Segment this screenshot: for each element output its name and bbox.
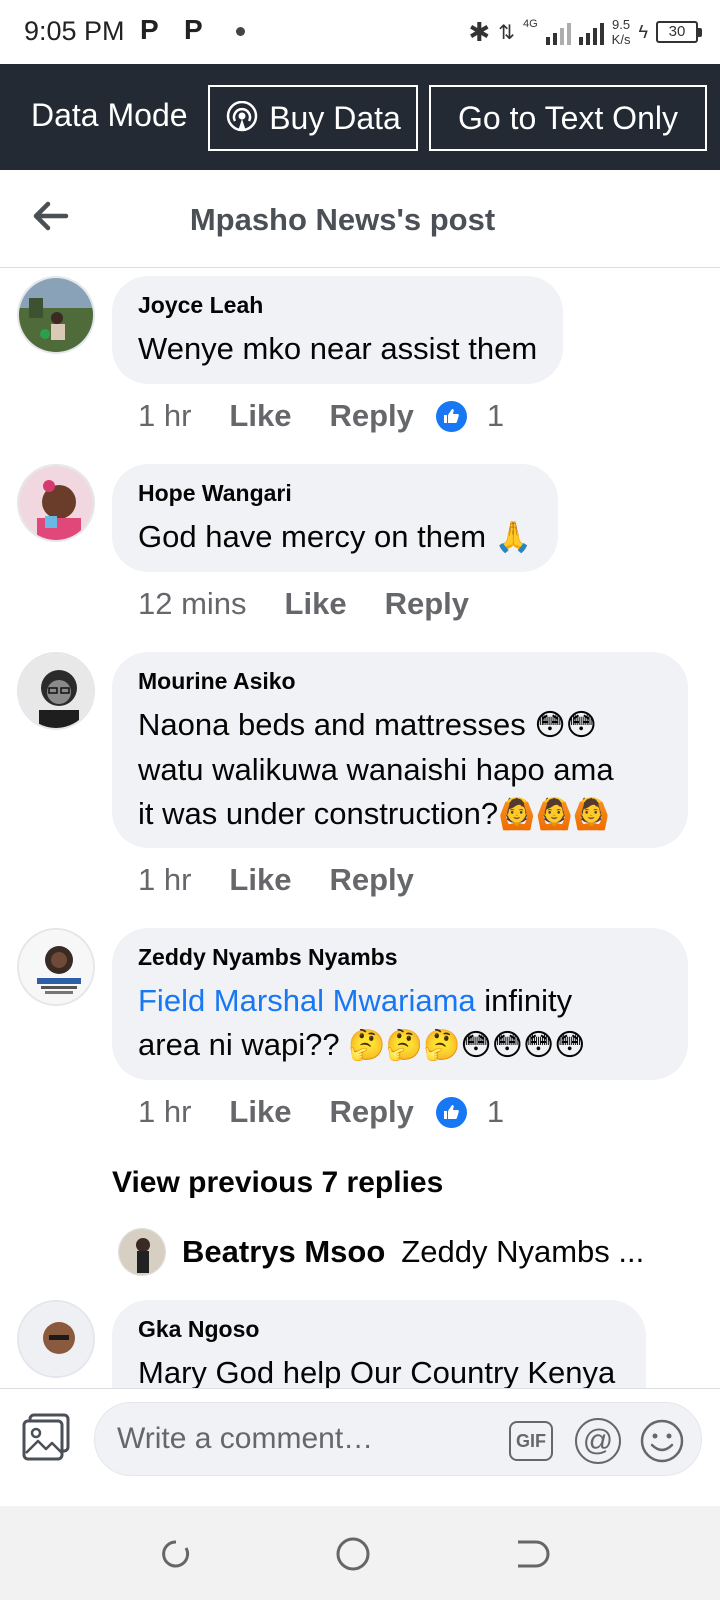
comment-line: Naona beds and mattresses xyxy=(138,707,526,742)
reply-button[interactable]: Reply xyxy=(329,398,413,434)
comment-bubble[interactable]: Zeddy Nyambs Nyambs Field Marshal Mwaria… xyxy=(112,928,688,1080)
data-arrows-icon: ⇅ xyxy=(498,21,515,44)
speed-unit: K/s xyxy=(611,32,631,47)
thumbs-up-icon xyxy=(435,1096,467,1128)
comment-text: Naona beds and mattresses 😳😳 watu waliku… xyxy=(138,703,662,837)
comment-text: Field Marshal Mwariama infinity area ni … xyxy=(138,979,662,1068)
bluetooth-icon: ✱ xyxy=(468,16,491,47)
status-indicators: ✱ ⇅ 4G 9.5 K/s ϟ 30 xyxy=(468,14,702,50)
data-mode-bar: Data Mode Buy Data Go to Text Only xyxy=(0,64,720,170)
home-icon[interactable] xyxy=(333,1534,373,1574)
comment-author[interactable]: Gka Ngoso xyxy=(138,1316,620,1343)
buy-data-label: Buy Data xyxy=(269,99,401,136)
comment-text: God have mercy on them 🙏 xyxy=(138,515,532,560)
battery-icon: 30 xyxy=(656,21,702,43)
comment-author[interactable]: Zeddy Nyambs Nyambs xyxy=(138,944,662,971)
text-only-label: Go to Text Only xyxy=(458,99,678,136)
reaction-count[interactable]: 1 xyxy=(487,1094,504,1130)
status-time: 9:05 PM xyxy=(24,16,125,46)
comment-text: Mary God help Our Country Kenya xyxy=(138,1355,616,1388)
page-title: Mpasho News's post xyxy=(189,202,496,237)
comment-input[interactable] xyxy=(117,1403,487,1475)
comments-list[interactable]: Joyce Leah Wenye mko near assist them 1 … xyxy=(0,268,720,1388)
signal-1-icon xyxy=(545,19,571,45)
comment-author[interactable]: Mourine Asiko xyxy=(138,668,662,695)
comment-actions: 12 mins Like Reply xyxy=(138,586,507,622)
avatar[interactable] xyxy=(17,464,95,542)
comment-line: watu walikuwa wanaishi hapo ama xyxy=(138,752,614,787)
system-nav-bar xyxy=(0,1506,720,1600)
thumbs-up-icon xyxy=(435,400,467,432)
data-mode-label: Data Mode xyxy=(31,97,188,133)
buy-data-button[interactable]: Buy Data xyxy=(208,85,418,151)
signal-2-icon xyxy=(578,19,604,45)
avatar[interactable] xyxy=(17,1300,95,1378)
reply-button[interactable]: Reply xyxy=(329,862,413,898)
avatar[interactable] xyxy=(17,928,95,1006)
comment-bubble[interactable]: Mourine Asiko Naona beds and mattresses … xyxy=(112,652,688,848)
text-only-button[interactable]: Go to Text Only xyxy=(429,85,707,151)
comment-author[interactable]: Joyce Leah xyxy=(138,292,537,319)
back-nav-icon[interactable] xyxy=(510,1534,550,1574)
avatar[interactable] xyxy=(17,276,95,354)
like-button[interactable]: Like xyxy=(285,586,347,622)
avatar[interactable] xyxy=(118,1228,166,1276)
comment-actions: 1 hr Like Reply 1 xyxy=(138,1094,504,1130)
notification-p-icon: P xyxy=(140,14,159,45)
broadcast-signal-icon xyxy=(226,101,258,132)
reply-preview-text: Zeddy Nyambs ... xyxy=(401,1234,645,1269)
thinking-emoji: 🤔🤔🤔😳😳😳😳 xyxy=(348,1029,586,1062)
comment-time: 1 hr xyxy=(138,862,192,897)
comment-text: Wenye mko near assist them xyxy=(138,331,538,366)
reply-author[interactable]: Beatrys Msoo xyxy=(182,1234,385,1270)
reply-button[interactable]: Reply xyxy=(329,1094,413,1130)
network-speed: 9.5 K/s xyxy=(612,17,631,47)
like-button[interactable]: Like xyxy=(229,398,291,434)
flushed-emoji: 😳😳 xyxy=(534,709,597,742)
comment-text-part: God have mercy on them xyxy=(138,519,487,554)
comment-input-box[interactable]: GIF @ xyxy=(94,1402,702,1476)
mention-link[interactable]: Field Marshal Mwariama xyxy=(138,983,476,1018)
comment-time: 1 hr xyxy=(138,398,192,433)
reaction-count[interactable]: 1 xyxy=(487,398,504,434)
comment-composer: GIF @ xyxy=(0,1388,720,1476)
comment-actions: 1 hr Like Reply 1 xyxy=(138,398,504,434)
comment-time: 1 hr xyxy=(138,1094,192,1129)
photo-icon[interactable] xyxy=(20,1411,72,1463)
gif-button[interactable]: GIF xyxy=(509,1421,553,1461)
status-bar: 9:05 PM P P ✱ ⇅ 4G 9.5 K/s ϟ 30 xyxy=(0,0,720,64)
like-button[interactable]: Like xyxy=(229,1094,291,1130)
comment-text-part: infinity xyxy=(475,983,573,1018)
comment-bubble[interactable]: Joyce Leah Wenye mko near assist them xyxy=(112,276,564,384)
mention-button[interactable]: @ xyxy=(575,1418,621,1464)
charging-icon: ϟ xyxy=(638,21,648,42)
post-header: Mpasho News's post xyxy=(0,170,720,268)
praying-hands-emoji: 🙏 xyxy=(494,521,533,554)
comment-author[interactable]: Hope Wangari xyxy=(138,480,532,507)
smile-icon[interactable] xyxy=(639,1418,685,1464)
comment-line: it was under construction? xyxy=(138,796,499,831)
like-button[interactable]: Like xyxy=(229,862,291,898)
notification-dot-icon xyxy=(236,27,245,36)
avatar[interactable] xyxy=(17,652,95,730)
recent-apps-icon[interactable] xyxy=(156,1534,196,1574)
comment-bubble[interactable]: Hope Wangari God have mercy on them 🙏 xyxy=(112,464,559,572)
comment-actions: 1 hr Like Reply xyxy=(138,862,452,898)
view-previous-replies[interactable]: View previous 7 replies xyxy=(112,1166,443,1200)
comment-time: 12 mins xyxy=(138,586,247,621)
network-type: 4G xyxy=(522,18,538,30)
speed-value: 9.5 xyxy=(612,17,631,32)
comment-line: area ni wapi?? xyxy=(138,1027,340,1062)
reply-preview[interactable]: Beatrys Msoo Zeddy Nyambs ... xyxy=(118,1228,644,1276)
comment-bubble[interactable]: Gka Ngoso Mary God help Our Country Keny… xyxy=(112,1300,646,1388)
facepalm-emoji: 🙆🙆🙆 xyxy=(498,798,611,831)
reply-button[interactable]: Reply xyxy=(385,586,469,622)
notification-p-icon: P xyxy=(184,14,203,45)
